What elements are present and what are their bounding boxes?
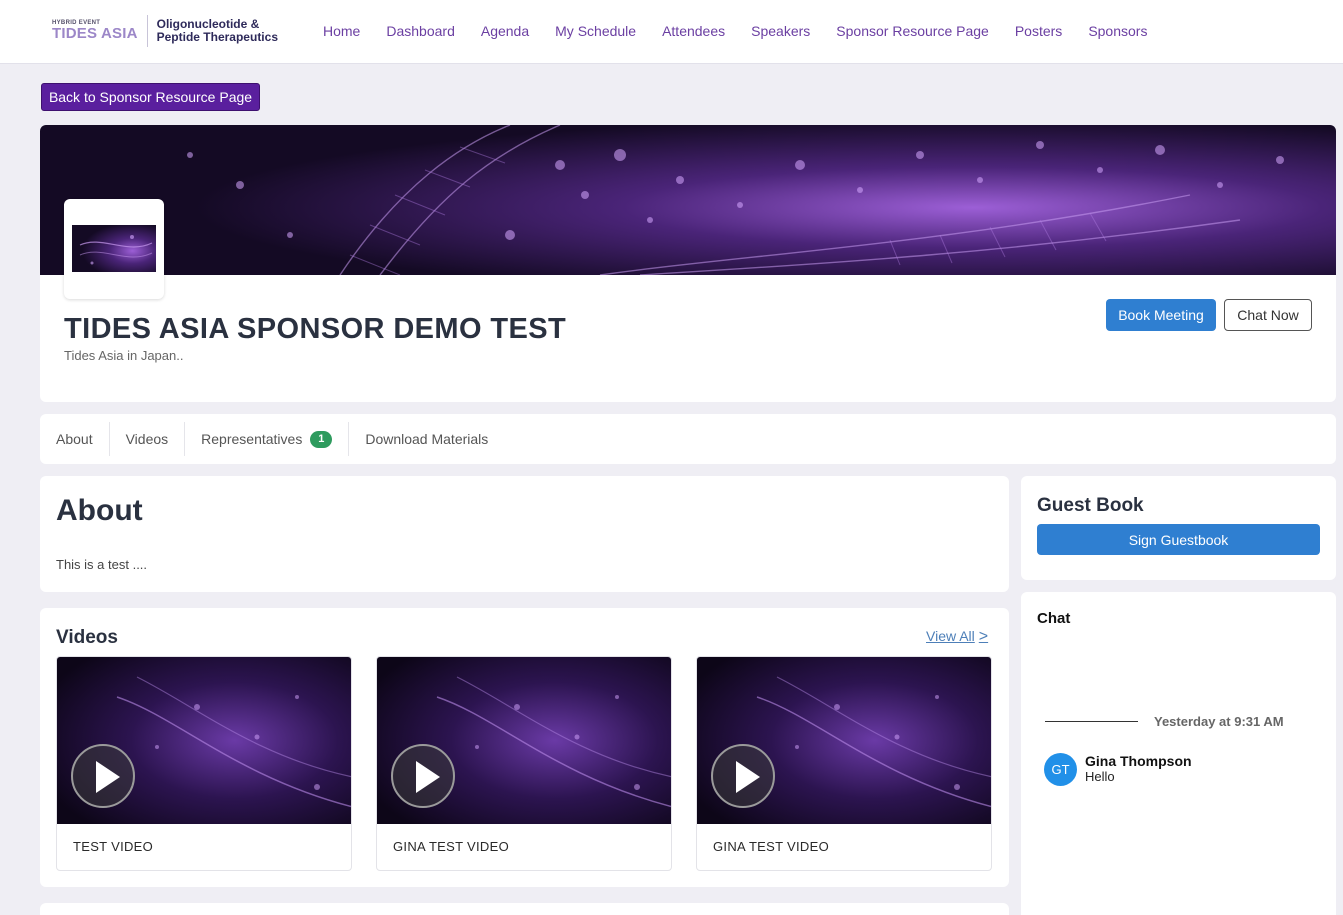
video-title: GINA TEST VIDEO — [393, 839, 509, 854]
main-nav: Home Dashboard Agenda My Schedule Attend… — [310, 0, 1160, 62]
book-meeting-button[interactable]: Book Meeting — [1106, 299, 1216, 331]
nav-agenda[interactable]: Agenda — [468, 23, 542, 39]
about-section: About This is a test .... — [40, 476, 1009, 592]
guestbook-heading: Guest Book — [1037, 495, 1144, 516]
tab-about[interactable]: About — [40, 422, 110, 456]
chat-message-text: Hello — [1085, 769, 1115, 784]
play-icon[interactable] — [391, 744, 455, 808]
video-thumbnail — [57, 657, 351, 824]
sponsor-logo-box — [64, 199, 164, 299]
nav-speakers[interactable]: Speakers — [738, 23, 823, 39]
view-all-videos-link[interactable]: View All > — [926, 628, 988, 646]
play-icon[interactable] — [711, 744, 775, 808]
video-card[interactable]: GINA TEST VIDEO — [376, 656, 672, 871]
video-thumbnail — [697, 657, 991, 824]
video-title: GINA TEST VIDEO — [713, 839, 829, 854]
logo-line-2: Peptide Therapeutics — [156, 30, 278, 44]
play-icon[interactable] — [71, 744, 135, 808]
sponsor-subtitle: Tides Asia in Japan.. — [64, 348, 184, 363]
sign-guestbook-button[interactable]: Sign Guestbook — [1037, 524, 1320, 555]
guestbook-section: Guest Book Sign Guestbook — [1021, 476, 1336, 580]
chevron-right-icon: > — [978, 628, 989, 645]
sponsor-logo-image — [72, 225, 156, 272]
sponsor-title: TIDES ASIA SPONSOR DEMO TEST — [64, 313, 567, 345]
sponsor-header-card: TIDES ASIA SPONSOR DEMO TEST Tides Asia … — [40, 125, 1336, 402]
chat-now-button[interactable]: Chat Now — [1224, 299, 1312, 331]
avatar: GT — [1044, 753, 1077, 786]
chat-sender-name: Gina Thompson — [1085, 753, 1192, 769]
nav-attendees[interactable]: Attendees — [649, 23, 738, 39]
nav-dashboard[interactable]: Dashboard — [373, 23, 468, 39]
tab-download-materials[interactable]: Download Materials — [349, 422, 504, 456]
top-navigation-bar: HYBRID EVENT TIDES ASIA Oligonucleotide … — [0, 0, 1343, 64]
nav-sponsors[interactable]: Sponsors — [1075, 23, 1160, 39]
back-to-sponsor-resource-button[interactable]: Back to Sponsor Resource Page — [41, 83, 260, 111]
video-card[interactable]: GINA TEST VIDEO — [696, 656, 992, 871]
tab-representatives[interactable]: Representatives 1 — [185, 422, 350, 456]
sponsor-tabs: About Videos Representatives 1 Download … — [40, 414, 1336, 464]
chat-date-divider — [1045, 721, 1138, 722]
about-heading: About — [56, 494, 143, 527]
video-card[interactable]: TEST VIDEO — [56, 656, 352, 871]
video-title: TEST VIDEO — [73, 839, 154, 854]
about-text: This is a test .... — [56, 557, 148, 572]
event-logo[interactable]: HYBRID EVENT TIDES ASIA Oligonucleotide … — [52, 14, 278, 48]
logo-brand: TIDES ASIA — [52, 25, 138, 42]
videos-heading: Videos — [56, 627, 118, 648]
sponsor-banner-image — [40, 125, 1336, 275]
chat-heading: Chat — [1037, 610, 1071, 627]
nav-posters[interactable]: Posters — [1002, 23, 1075, 39]
representatives-count-badge: 1 — [310, 430, 333, 448]
tab-videos[interactable]: Videos — [110, 422, 186, 456]
chat-timestamp: Yesterday at 9:31 AM — [1154, 714, 1284, 729]
nav-sponsor-resource-page[interactable]: Sponsor Resource Page — [823, 23, 1002, 39]
videos-section: Videos View All > TEST VIDEO GINA TEST V… — [40, 608, 1009, 887]
chat-panel: Chat Yesterday at 9:31 AM GT Gina Thomps… — [1021, 592, 1336, 915]
nav-my-schedule[interactable]: My Schedule — [542, 23, 649, 39]
nav-home[interactable]: Home — [310, 23, 373, 39]
video-thumbnail — [377, 657, 671, 824]
next-section-card — [40, 903, 1009, 915]
